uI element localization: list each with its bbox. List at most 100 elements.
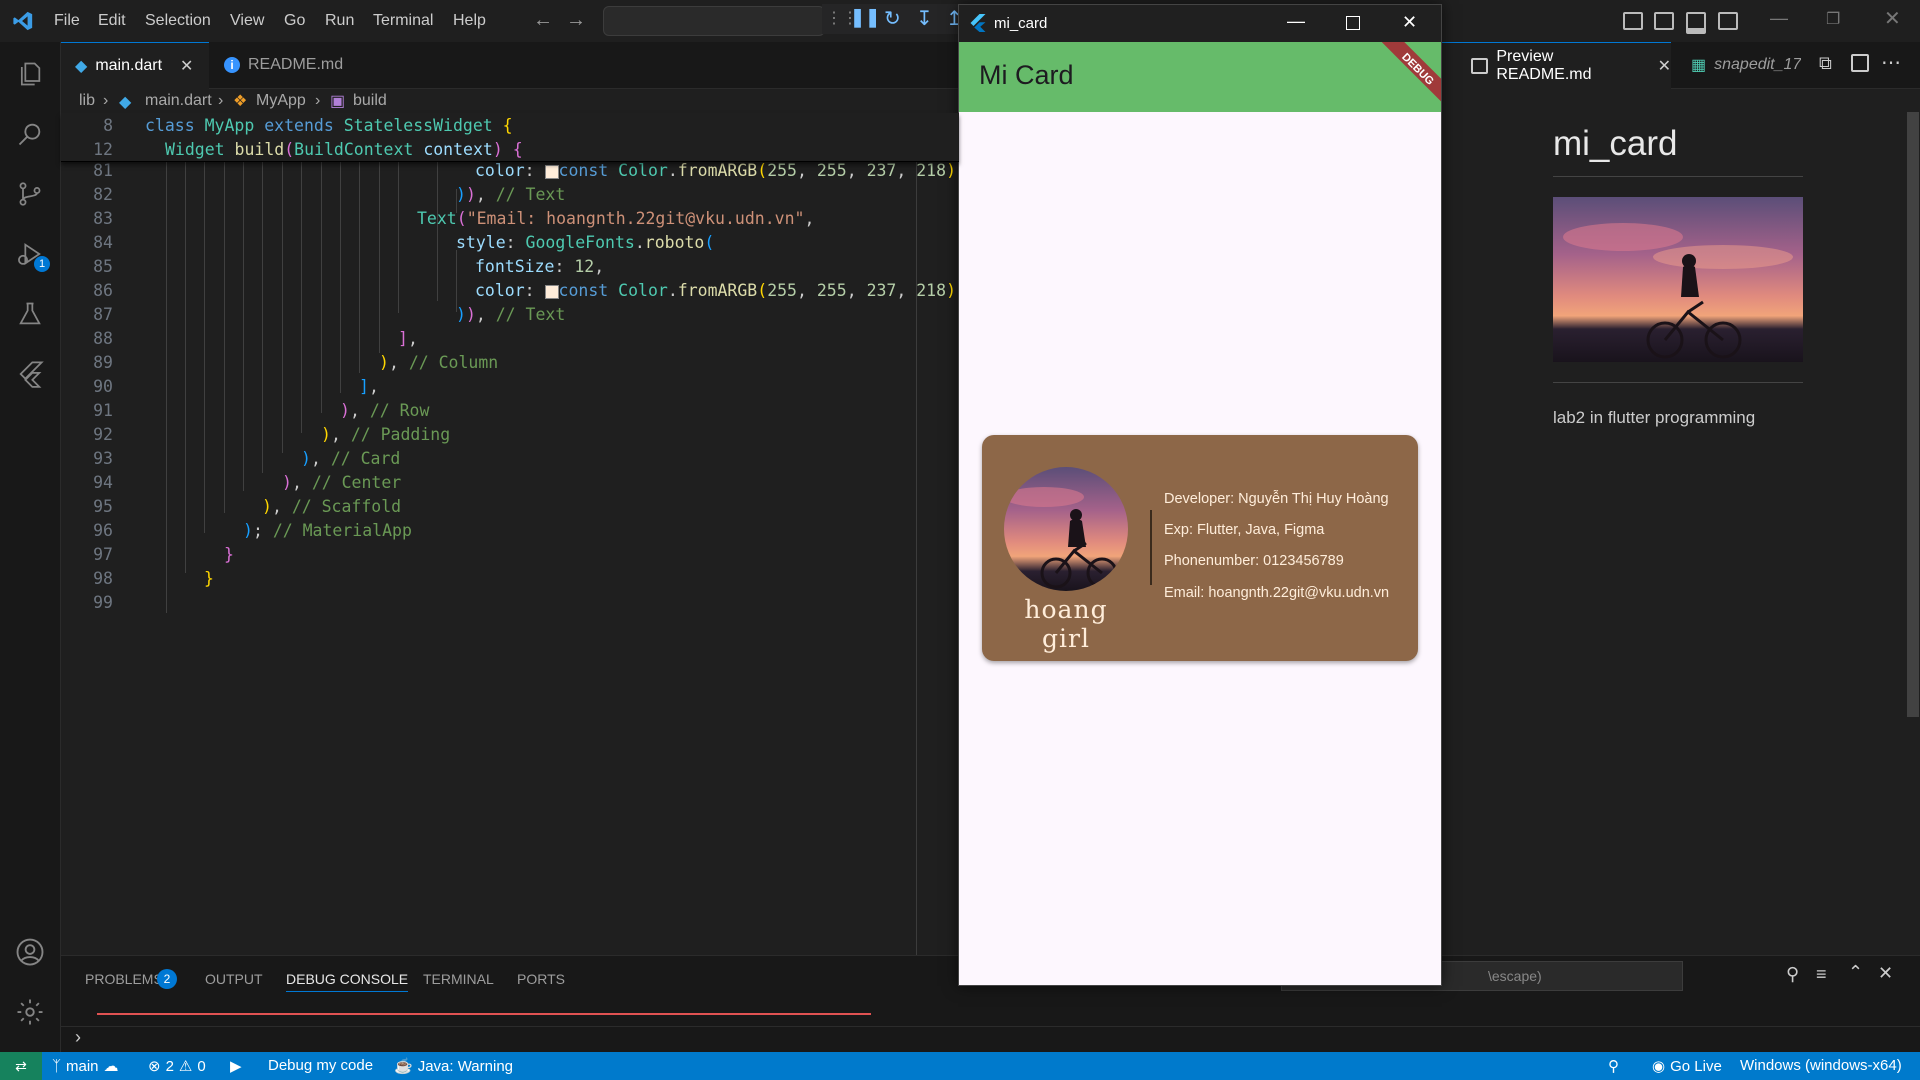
- breadcrumb-build[interactable]: build: [353, 92, 387, 110]
- breadcrumb-main-dart[interactable]: main.dart: [145, 92, 212, 110]
- step-into-icon[interactable]: ↧: [916, 6, 933, 31]
- menu-go[interactable]: Go: [284, 12, 305, 30]
- run-debug-icon[interactable]: 1: [14, 238, 50, 272]
- breadcrumb-myapp[interactable]: MyApp: [256, 92, 306, 110]
- menu-view[interactable]: View: [230, 12, 264, 30]
- editor-tab-bar: ◆ main.dart ✕ i README.md: [61, 42, 959, 89]
- flutter-app-window: mi_card — ✕ Mi Card DEBUG hoang girl Dev…: [958, 4, 1442, 986]
- sync-icon: ☁: [103, 1058, 119, 1075]
- line-number: 91: [93, 401, 113, 420]
- tab-problems[interactable]: PROBLEMS: [85, 971, 163, 987]
- customize-layout-icon[interactable]: [1623, 12, 1643, 30]
- toggle-sidebar-icon[interactable]: [1654, 12, 1674, 30]
- phone-text: Phonenumber: 0123456789: [1164, 553, 1344, 569]
- tab-readme[interactable]: i README.md: [210, 42, 370, 88]
- java-status[interactable]: ☕ Java: Warning: [394, 1057, 514, 1076]
- app-bar-title: Mi Card: [979, 60, 1074, 90]
- close-tab-icon[interactable]: ✕: [1658, 56, 1671, 76]
- debug-run-icon[interactable]: ▶: [230, 1057, 242, 1075]
- close-window-icon[interactable]: ✕: [1402, 12, 1417, 33]
- tab-output[interactable]: OUTPUT: [205, 971, 263, 987]
- tab-label: main.dart: [95, 57, 163, 74]
- code-line: Widget build(BuildContext context) {: [165, 140, 523, 159]
- code-line: ],: [359, 377, 379, 396]
- minimize-icon[interactable]: —: [1770, 8, 1788, 29]
- breadcrumb-lib[interactable]: lib: [79, 92, 95, 110]
- source-control-icon[interactable]: [14, 178, 46, 210]
- clear-console-icon[interactable]: ≡: [1816, 964, 1827, 985]
- remote-indicator-icon[interactable]: ⇄: [0, 1052, 42, 1080]
- back-arrow-icon[interactable]: ←: [533, 9, 553, 32]
- search-icon[interactable]: [14, 118, 46, 150]
- menu-selection[interactable]: Selection: [145, 12, 211, 30]
- line-number: 93: [93, 449, 113, 468]
- go-live-label: Go Live: [1670, 1057, 1722, 1075]
- chevron-right-icon: ›: [315, 92, 321, 109]
- menu-file[interactable]: File: [54, 12, 80, 30]
- warning-icon: ⚠: [178, 1058, 193, 1075]
- zoom-icon[interactable]: ⚲: [1608, 1057, 1619, 1075]
- code-line: color: const Color.fromARGB(255, 255, 23…: [475, 161, 966, 180]
- code-line: ), // Row: [340, 401, 430, 420]
- flutter-icon[interactable]: [14, 358, 46, 390]
- step-over-icon[interactable]: ↻: [884, 6, 901, 31]
- filter-placeholder: \escape): [1488, 968, 1542, 984]
- branch-indicator[interactable]: ᛉ main ☁: [52, 1057, 119, 1076]
- maximize-icon[interactable]: [1346, 16, 1360, 30]
- toggle-panel-icon[interactable]: [1686, 12, 1706, 34]
- restore-icon[interactable]: ❐: [1826, 9, 1840, 29]
- tab-snapedit[interactable]: ▦ snapedit_17: [1691, 42, 1801, 88]
- line-number: 92: [93, 425, 113, 444]
- chevron-up-icon[interactable]: ⌃: [1848, 962, 1863, 983]
- tab-ports[interactable]: PORTS: [517, 971, 565, 987]
- problems-indicator[interactable]: ⊗ 2 ⚠ 0: [148, 1057, 206, 1076]
- menu-terminal[interactable]: Terminal: [373, 12, 433, 30]
- app-window-title: mi_card: [994, 15, 1048, 32]
- close-window-icon[interactable]: ✕: [1884, 6, 1901, 31]
- tab-terminal[interactable]: TERMINAL: [423, 971, 494, 987]
- preview-scrollbar[interactable]: [1907, 112, 1919, 717]
- go-live-button[interactable]: ◉ Go Live: [1652, 1057, 1722, 1076]
- menu-run[interactable]: Run: [325, 12, 354, 30]
- breadcrumb: lib › ◆ main.dart › ❖ MyApp › ▣ build: [61, 89, 959, 113]
- status-bar: ⇄ ᛉ main ☁ ⊗ 2 ⚠ 0 ▶ Debug my code ☕ Jav…: [0, 1052, 1920, 1080]
- warning-count: 0: [197, 1057, 206, 1075]
- close-panel-icon[interactable]: ✕: [1878, 963, 1893, 984]
- info-icon: i: [224, 57, 240, 73]
- line-number: 88: [93, 329, 113, 348]
- accounts-icon[interactable]: [14, 936, 46, 968]
- console-prompt-icon[interactable]: ›: [75, 1027, 81, 1048]
- chevron-right-icon: ›: [218, 92, 224, 109]
- debug-config-label[interactable]: Debug my code: [268, 1057, 373, 1074]
- command-center-search[interactable]: [603, 6, 825, 36]
- line-number: 84: [93, 233, 113, 252]
- line-number: 82: [93, 185, 113, 204]
- toggle-secondary-sidebar-icon[interactable]: [1718, 12, 1738, 30]
- line-number: 81: [93, 161, 113, 180]
- close-tab-icon[interactable]: ✕: [180, 56, 193, 76]
- search-icon[interactable]: ⚲: [1786, 964, 1799, 985]
- tab-label: Preview README.md: [1496, 48, 1592, 83]
- code-line: )), // Text: [456, 185, 566, 204]
- menu-edit[interactable]: Edit: [98, 12, 126, 30]
- debug-banner-label: DEBUG: [1399, 51, 1436, 88]
- tab-main-dart[interactable]: ◆ main.dart ✕: [61, 42, 209, 89]
- split-editor-icon[interactable]: [1851, 54, 1869, 72]
- line-number: 86: [93, 281, 113, 300]
- testing-icon[interactable]: [14, 298, 46, 330]
- settings-gear-icon[interactable]: [14, 996, 46, 1028]
- menu-help[interactable]: Help: [453, 12, 486, 30]
- open-source-icon[interactable]: ⧉: [1819, 53, 1832, 74]
- code-line: ), // Padding: [321, 425, 451, 444]
- forward-arrow-icon[interactable]: →: [566, 9, 586, 32]
- tab-preview-readme[interactable]: Preview README.md ✕: [1441, 42, 1671, 89]
- explorer-icon[interactable]: [14, 58, 46, 90]
- java-status-label: Java: Warning: [417, 1057, 514, 1075]
- code-editor[interactable]: 8 class MyApp extends StatelessWidget { …: [61, 113, 966, 955]
- minimize-icon[interactable]: —: [1287, 11, 1305, 32]
- platform-indicator[interactable]: Windows (windows-x64): [1740, 1057, 1902, 1074]
- pause-icon[interactable]: ❚❚: [850, 7, 880, 28]
- tab-debug-console[interactable]: DEBUG CONSOLE: [286, 971, 409, 992]
- more-actions-icon[interactable]: ⋯: [1881, 50, 1901, 75]
- broadcast-icon: ◉: [1652, 1058, 1666, 1075]
